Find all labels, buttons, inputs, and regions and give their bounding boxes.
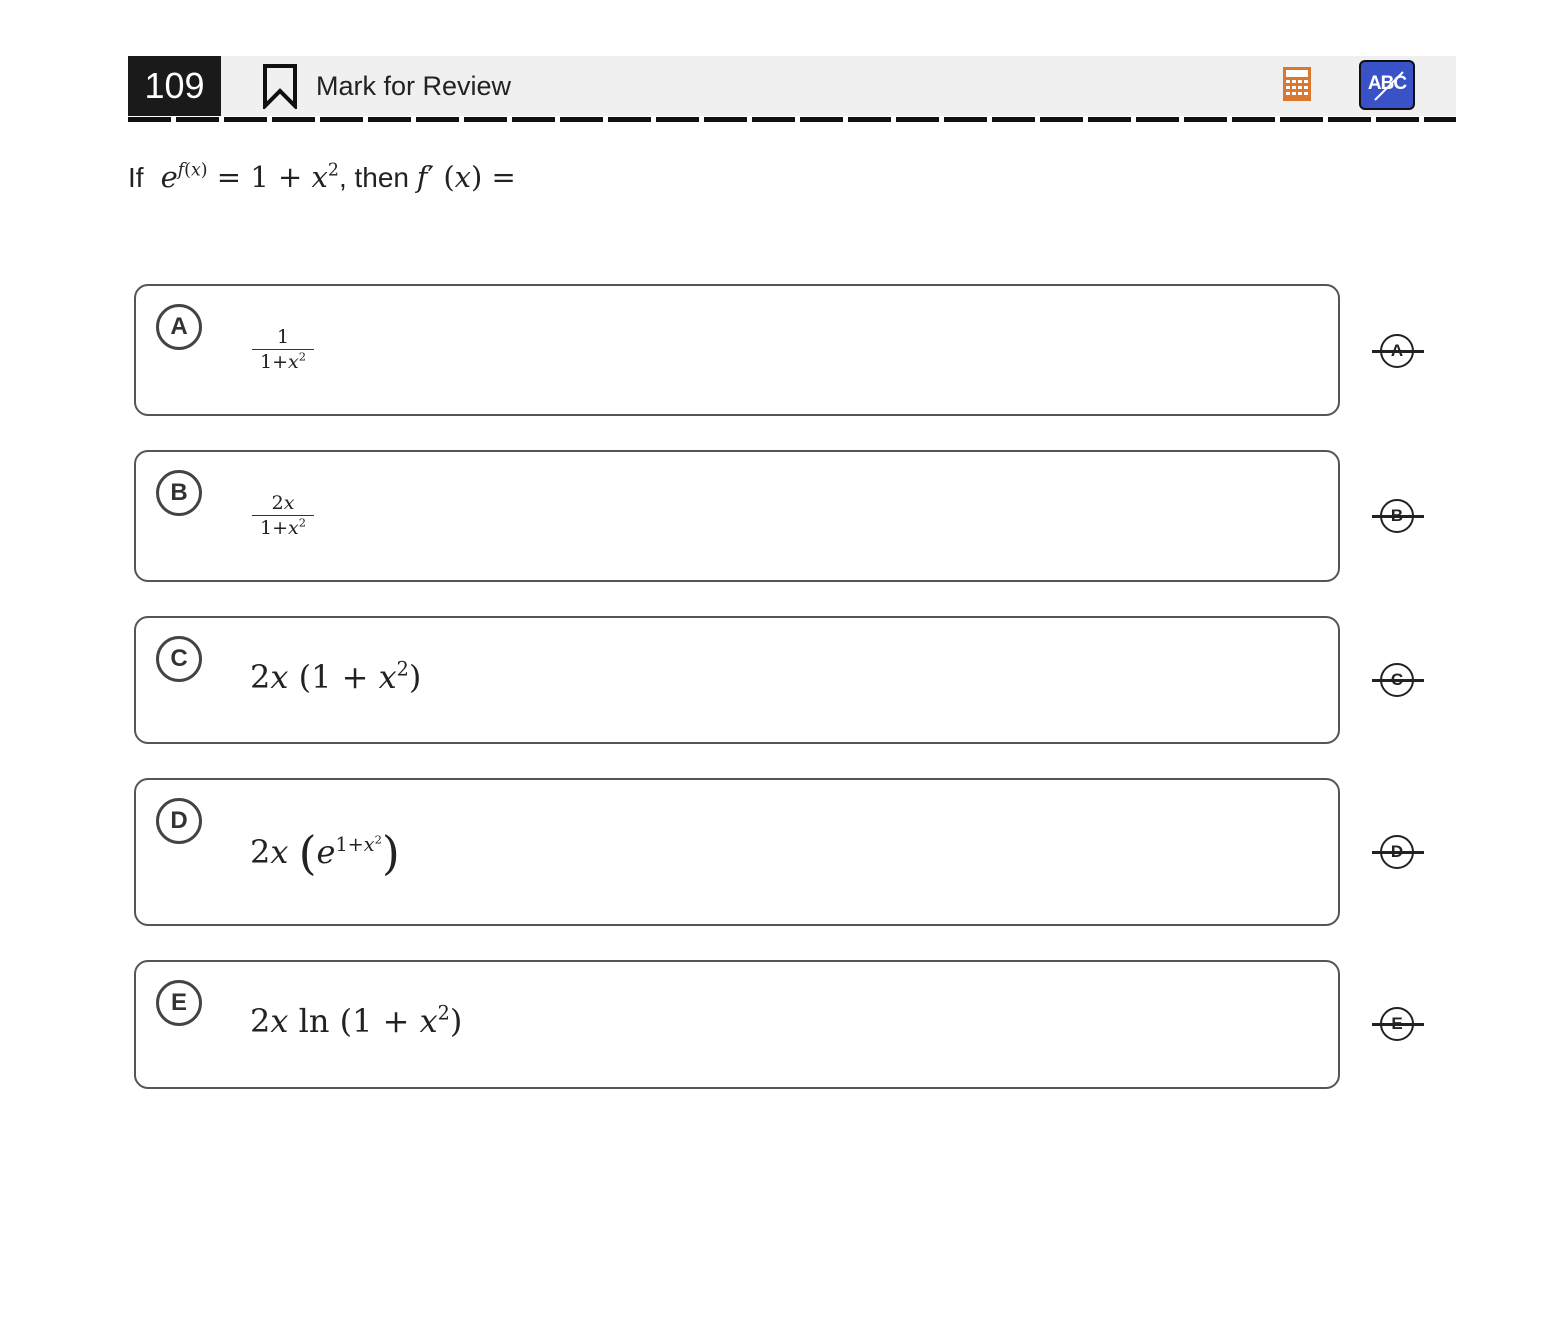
header-divider [128, 117, 1456, 122]
choice-letter-e: E [156, 980, 202, 1026]
choice-expression-a: 1 1+x2 [252, 326, 314, 373]
question-equation: ef(x) = 1 + x2 [160, 160, 339, 194]
strikethrough-line-icon [1372, 350, 1424, 353]
answer-choice-a[interactable]: A 1 1+x2 [134, 284, 1340, 416]
choice-expression-b: 2x 1+x2 [252, 492, 314, 539]
calculator-button[interactable] [1282, 66, 1312, 107]
choice-letter-b: B [156, 470, 202, 516]
eliminate-choice-b[interactable]: B [1372, 498, 1424, 534]
choice-letter-d: D [156, 798, 202, 844]
mark-for-review-label: Mark for Review [316, 70, 512, 101]
answer-choice-d[interactable]: D 2x (e1+x2) [134, 778, 1340, 926]
eliminate-choice-c[interactable]: C [1372, 662, 1424, 698]
strikethrough-line-icon [1372, 1023, 1424, 1026]
strikethrough-line-icon [1372, 679, 1424, 682]
eliminate-choice-d[interactable]: D [1372, 834, 1424, 870]
question-middle: , then [338, 162, 409, 193]
strikethrough-line-icon [1372, 515, 1424, 518]
mark-for-review-button[interactable]: Mark for Review [262, 62, 511, 110]
choice-expression-d: 2x (e1+x2) [250, 826, 400, 880]
question-stem: If ef(x) = 1 + x2, then f′ (x) = [128, 160, 516, 194]
eliminate-choice-a[interactable]: A [1372, 333, 1424, 369]
answer-eliminator-toggle[interactable]: ABC [1359, 60, 1415, 110]
bookmark-icon [263, 64, 297, 109]
choice-expression-e: 2x ln (1 + x2) [250, 1001, 463, 1040]
calculator-icon [1283, 67, 1311, 101]
answer-choice-c[interactable]: C 2x (1 + x2) [134, 616, 1340, 744]
question-prefix: If [128, 162, 144, 193]
choice-expression-c: 2x (1 + x2) [250, 657, 422, 696]
strikethrough-icon [1374, 71, 1404, 101]
question-derivative: f′ (x) = [416, 160, 516, 194]
answer-choice-e[interactable]: E 2x ln (1 + x2) [134, 960, 1340, 1089]
choice-letter-c: C [156, 636, 202, 682]
answer-choice-b[interactable]: B 2x 1+x2 [134, 450, 1340, 582]
eliminate-choice-e[interactable]: E [1372, 1006, 1424, 1042]
strikethrough-line-icon [1372, 851, 1424, 854]
question-number: 109 [128, 56, 221, 116]
choice-letter-a: A [156, 304, 202, 350]
